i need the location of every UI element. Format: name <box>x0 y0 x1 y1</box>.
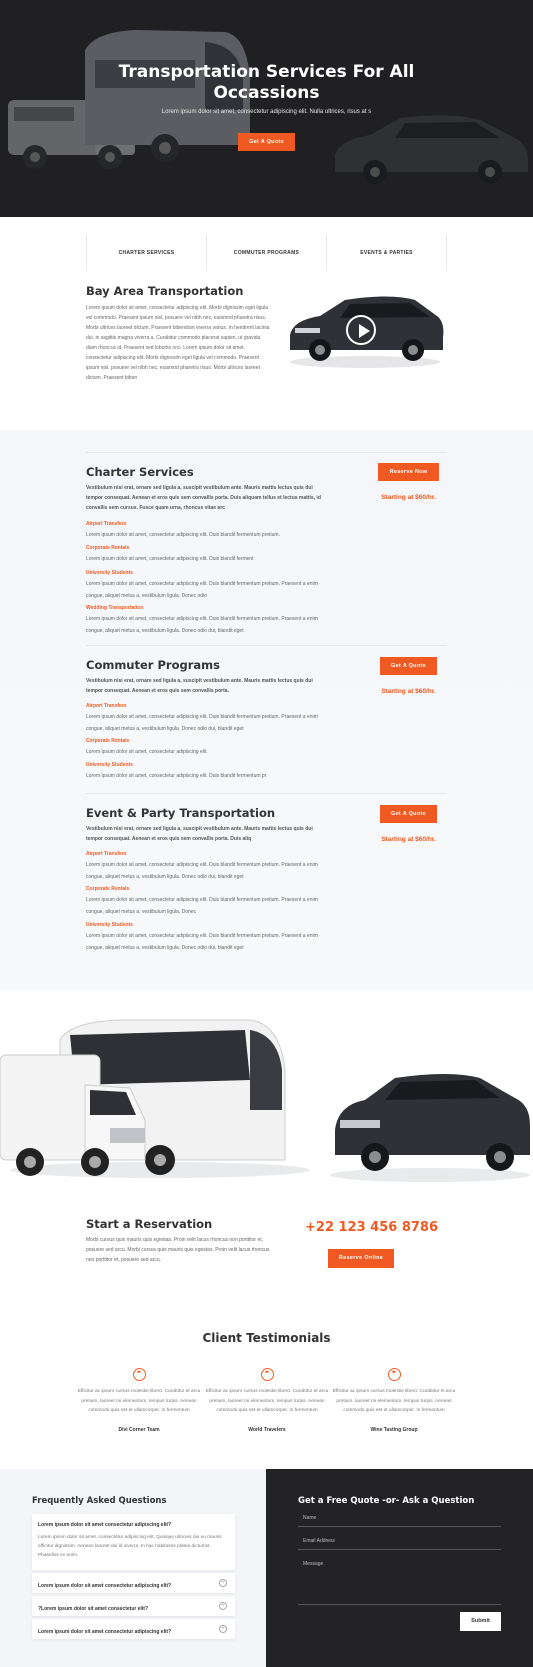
commuter-programs-title: Commuter Programs <box>86 658 220 672</box>
quote-icon: ❞ <box>132 1368 146 1381</box>
service-item-label: University Students <box>86 762 133 768</box>
testimonial-text: Efficitur ac ipsum cursus molestie liber… <box>332 1389 456 1413</box>
list-item: Airport Transfers Lorem ipsum dolor sit a… <box>86 701 322 735</box>
service-item-label: Airport Transfers <box>86 521 127 527</box>
service-item-text: Lorem ipsum dolor sit amet, consectetur … <box>86 581 318 599</box>
list-item: Corporate Rentals Lorem ipsum dolor sit a… <box>86 736 322 758</box>
service-item-text: Lorem ipsum dolor sit amet, consectetur … <box>86 532 280 538</box>
event-get-quote-button[interactable]: Get A Quote <box>380 805 437 823</box>
list-item: Wedding Transportation Lorem ipsum dolor … <box>86 603 322 637</box>
faq-question: Lorem ipsum dolor sit amet consectetur a… <box>38 1629 172 1635</box>
submit-button[interactable]: Submit <box>460 1612 501 1631</box>
commuter-price: Starting at $60/hr. <box>381 688 436 695</box>
service-item-label: Corporate Rentals <box>86 738 130 744</box>
reservation-title: Start a Reservation <box>86 1217 213 1231</box>
list-item: University Students Lorem ipsum dolor sit… <box>86 920 322 954</box>
event-party-title: Event & Party Transportation <box>86 806 276 820</box>
hero-title: Transportation Services For All Occassio… <box>0 62 533 104</box>
service-item-text: Lorem ipsum dolor sit amet, consectetur … <box>86 714 318 732</box>
service-item-label: Wedding Transportation <box>86 605 144 611</box>
name-field[interactable]: Name <box>298 1512 501 1527</box>
hero-title-line-2: Occassions <box>213 83 320 103</box>
play-icon[interactable] <box>346 315 376 345</box>
testimonial-author: Divi Corner Team <box>118 1426 160 1433</box>
faq-question: ?Lorem ipsum dolor sit amet consectetur … <box>38 1606 149 1612</box>
service-item-text: Lorem ipsum dolor sit amet, consectetur … <box>86 933 318 951</box>
faq-item[interactable]: ?Lorem ipsum dolor sit amet consectetur … <box>32 1596 235 1616</box>
service-item-label: University Students <box>86 922 133 928</box>
hero-section: Transportation Services For All Occassio… <box>0 0 533 217</box>
expand-icon[interactable]: + <box>219 1602 227 1610</box>
reservation-text: Morbi cursus quis mauris quis egestas. P… <box>86 1237 270 1263</box>
bay-area-title: Bay Area Transportation <box>86 284 244 298</box>
commuter-programs-lead: Vestibulum nisi erat, ornare sed ligula … <box>86 678 313 694</box>
service-item-label: University Students <box>86 570 133 576</box>
hero-subtitle: Lorem ipsum dolor sit amet, consectetur … <box>161 109 372 115</box>
hero-get-quote-button[interactable]: Get A Quote <box>238 133 295 151</box>
faq-title: Frequently Asked Questions <box>32 1496 167 1506</box>
charter-services-title: Charter Services <box>86 465 194 479</box>
divider <box>86 452 447 453</box>
list-item: Corporate Rentals Lorem ipsum dolor sit a… <box>86 884 322 918</box>
faq-item[interactable]: Lorem ipsum dolor sit amet consectetur a… <box>32 1619 235 1639</box>
page: Transportation Services For All Occassio… <box>0 0 533 1667</box>
faq-item[interactable]: Lorem ipsum dolor sit amet consectetur a… <box>32 1573 235 1593</box>
service-item-text: Lorem ipsum dolor sit amet, consectetur … <box>86 556 254 562</box>
service-item-text: Lorem ipsum dolor sit amet, consectetur … <box>86 616 318 634</box>
service-item-text: Lorem ipsum dolor sit amet, consectetur … <box>86 749 208 755</box>
charter-price: Starting at $60/hr. <box>381 494 436 501</box>
expand-icon[interactable]: + <box>219 1625 227 1633</box>
event-party-lead: Vestibulum nisi erat, ornare sed ligula … <box>86 826 313 842</box>
expand-icon[interactable]: + <box>219 1579 227 1587</box>
testimonial-card: ❞ Efficitur ac ipsum cursus molestie lib… <box>202 1363 332 1433</box>
reservation-phone[interactable]: +22 123 456 8786 <box>305 1220 438 1235</box>
quote-icon: ❞ <box>260 1368 274 1381</box>
testimonial-author: Wine Tasting Group <box>370 1426 418 1433</box>
service-item-label: Corporate Rentals <box>86 545 130 551</box>
quote-icon: ❞ <box>387 1368 401 1381</box>
service-item-text: Lorem ipsum dolor sit amet, consectetur … <box>86 773 267 779</box>
list-item: Corporate Rentals Lorem ipsum dolor sit a… <box>86 543 322 565</box>
commuter-get-quote-button[interactable]: Get A Quote <box>380 657 437 675</box>
testimonial-author: World Travelers <box>248 1426 286 1433</box>
tab-events-parties[interactable]: EVENTS & PARTIES <box>327 236 446 270</box>
service-tabs: CHARTER SERVICES COMMUTER PROGRAMS EVENT… <box>86 236 447 270</box>
service-item-label: Airport Transfers <box>86 703 127 709</box>
faq-answer: Lorem ipsum dolor sit amet, consectetur … <box>38 1535 222 1558</box>
fleet-vehicles-image <box>0 1019 530 1182</box>
message-field[interactable]: Message <box>298 1558 501 1605</box>
faq-question: Lorem ipsum dolor sit amet consectetur a… <box>38 1583 172 1589</box>
testimonials-title: Client Testimonials <box>202 1331 331 1345</box>
divider <box>86 793 447 794</box>
reserve-online-button[interactable]: Reserve Online <box>328 1249 394 1268</box>
service-item-label: Corporate Rentals <box>86 886 130 892</box>
testimonial-text: Efficitur ac ipsum cursus molestie liber… <box>205 1389 329 1413</box>
service-item-label: Airport Transfers <box>86 851 127 857</box>
divider <box>86 645 447 646</box>
list-item: Airport Transfers Lorem ipsum dolor sit a… <box>86 849 322 883</box>
bay-area-text: Lorem ipsum dolor sit amet, consectetur … <box>86 305 270 381</box>
reserve-now-button[interactable]: Reserve Now <box>378 463 439 481</box>
faq-question: Lorem ipsum dolor sit amet consectetur a… <box>38 1522 172 1528</box>
email-field[interactable]: Email Address <box>298 1535 501 1550</box>
service-item-text: Lorem ipsum dolor sit amet, consectetur … <box>86 897 318 915</box>
testimonial-card: ❞ Efficitur ac ipsum cursus molestie lib… <box>329 1363 459 1433</box>
service-item-text: Lorem ipsum dolor sit amet, consectetur … <box>86 862 318 880</box>
quote-form-title: Get a Free Quote -or- Ask a Question <box>298 1496 475 1506</box>
testimonial-card: ❞ Efficitur ac ipsum cursus molestie lib… <box>74 1363 204 1433</box>
testimonial-text: Efficitur ac ipsum cursus molestie liber… <box>77 1389 201 1413</box>
event-price: Starting at $60/hr. <box>381 836 436 843</box>
list-item: University Students Lorem ipsum dolor sit… <box>86 568 322 602</box>
list-item: Airport Transfers Lorem ipsum dolor sit a… <box>86 519 322 541</box>
faq-item-open[interactable]: Lorem ipsum dolor sit amet consectetur a… <box>32 1514 235 1570</box>
tab-commuter-programs[interactable]: COMMUTER PROGRAMS <box>207 236 327 270</box>
list-item: University Students Lorem ipsum dolor sit… <box>86 760 322 782</box>
hero-title-line-1: Transportation Services For All <box>118 62 415 82</box>
tab-charter-services[interactable]: CHARTER SERVICES <box>87 236 207 270</box>
charter-services-lead: Vestibulum nisi erat, ornare sed ligula … <box>86 485 321 511</box>
